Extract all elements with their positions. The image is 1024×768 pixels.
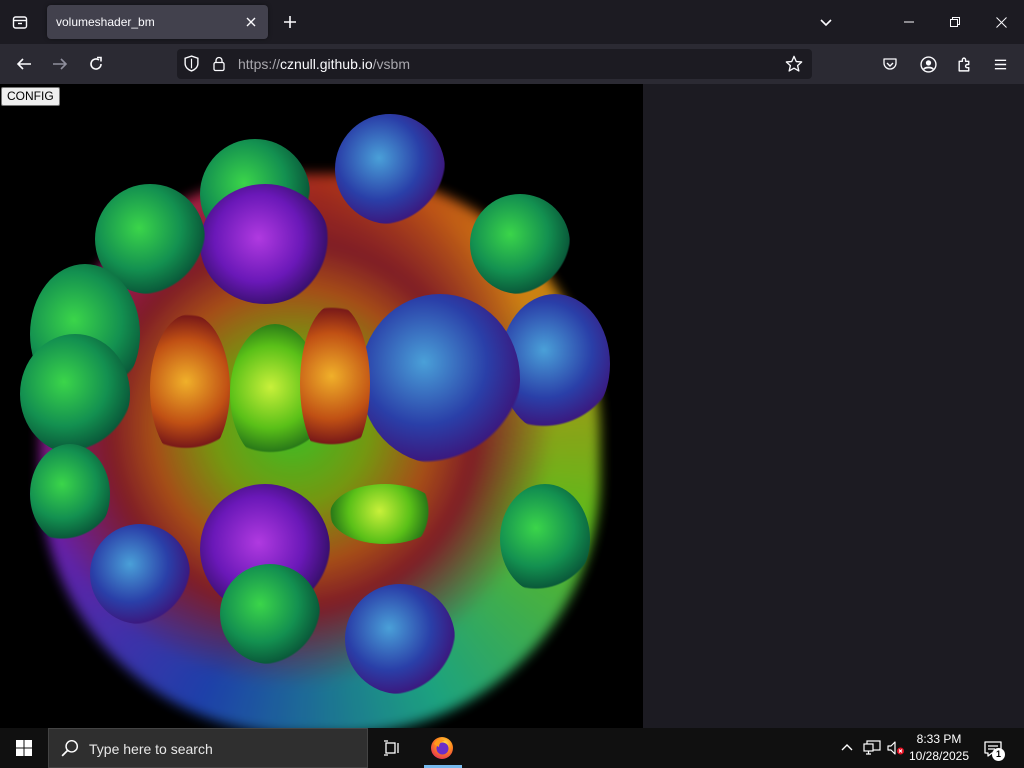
account-button[interactable] (914, 50, 942, 78)
shield-icon[interactable] (183, 55, 200, 72)
tab-close-button[interactable] (239, 10, 263, 34)
search-icon (61, 739, 79, 757)
fractal-bulb (360, 294, 520, 464)
fractal-bulb (335, 114, 445, 224)
address-bar[interactable]: https://cznull.github.io/vsbm (177, 49, 812, 79)
restore-icon (950, 17, 960, 27)
url-text[interactable]: https://cznull.github.io/vsbm (238, 56, 410, 72)
task-view-button[interactable] (372, 728, 412, 768)
lock-icon[interactable] (211, 55, 227, 72)
forward-arrow-icon (53, 58, 68, 70)
windows-logo-icon (16, 740, 32, 756)
new-tab-button[interactable] (276, 8, 304, 36)
extensions-icon (957, 57, 969, 72)
window-restore-button[interactable] (932, 0, 978, 44)
task-view-icon (384, 740, 399, 756)
start-button[interactable] (0, 728, 48, 768)
back-button[interactable] (8, 48, 40, 80)
system-clock[interactable]: 8:33 PM 10/28/2025 (905, 731, 973, 765)
account-icon (919, 55, 937, 73)
reload-button[interactable] (80, 48, 112, 80)
network-tray-button[interactable] (860, 736, 884, 760)
save-to-pocket-button[interactable] (876, 50, 904, 78)
taskbar-search-box[interactable]: Type here to search (48, 728, 368, 768)
close-icon (995, 16, 1007, 28)
firefox-taskbar-button[interactable] (422, 728, 462, 768)
fractal-bulb (300, 304, 370, 464)
tab-title: volumeshader_bm (56, 15, 155, 29)
star-icon[interactable] (785, 55, 803, 73)
fractal-bulb (30, 444, 110, 544)
tab-list-icon (12, 16, 28, 29)
windows-taskbar: Type here to search 8:33 PM 10/28/2025 (0, 728, 1024, 768)
hamburger-menu-icon (994, 59, 1006, 69)
window-minimize-button[interactable] (886, 0, 932, 44)
window-close-button[interactable] (978, 0, 1024, 44)
fractal-bulb (330, 484, 440, 544)
fractal-bulb (20, 334, 130, 454)
reload-icon (90, 56, 102, 70)
navigation-toolbar: https://cznull.github.io/vsbm (0, 44, 1024, 84)
tab-list-button[interactable] (4, 6, 36, 38)
fractal-bulb (150, 314, 230, 464)
tab-strip: volumeshader_bm (0, 0, 1024, 44)
show-hidden-icons-button[interactable] (836, 736, 858, 760)
page-content: CONFIG (0, 84, 1024, 728)
notification-count-badge: 1 (992, 748, 1005, 761)
fractal-bulb (90, 524, 190, 624)
firefox-icon (431, 737, 453, 759)
application-menu-button[interactable] (986, 50, 1014, 78)
minimize-icon (904, 21, 914, 23)
extensions-button[interactable] (950, 50, 978, 78)
volume-shader-canvas[interactable] (0, 84, 643, 728)
forward-button[interactable] (44, 48, 76, 80)
list-all-tabs-button[interactable] (812, 8, 840, 36)
search-placeholder: Type here to search (89, 741, 213, 757)
config-button[interactable]: CONFIG (1, 87, 60, 106)
fractal-bulb (220, 564, 320, 664)
fractal-bulb (200, 184, 330, 304)
url-path: /vsbm (372, 56, 410, 72)
url-scheme: https:// (238, 56, 281, 72)
back-arrow-icon (16, 58, 31, 70)
fractal-bulb (345, 584, 455, 694)
clock-time: 8:33 PM (916, 732, 962, 746)
network-icon (863, 740, 881, 755)
chevron-up-icon (841, 744, 853, 751)
chevron-down-icon (820, 19, 832, 27)
pocket-icon (883, 58, 897, 70)
fractal-bulb (470, 194, 570, 294)
close-icon (246, 17, 256, 27)
volume-muted-icon (887, 741, 904, 755)
url-host: cznull.github.io (280, 56, 373, 72)
clock-date: 10/28/2025 (908, 749, 970, 763)
browser-tab-active[interactable]: volumeshader_bm (47, 5, 268, 39)
fractal-bulb (500, 484, 590, 594)
plus-icon (284, 16, 296, 28)
